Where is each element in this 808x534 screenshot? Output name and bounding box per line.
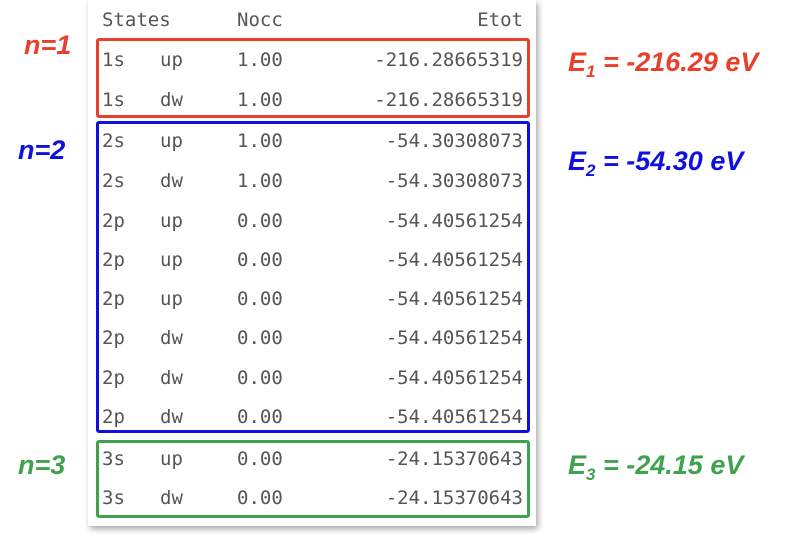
n-label-2: n=2 bbox=[18, 135, 66, 165]
group-box-n2 bbox=[96, 121, 530, 433]
header-states: States bbox=[102, 9, 171, 31]
n-label-1: n=1 bbox=[24, 30, 72, 60]
energy-symbol-1: E bbox=[568, 47, 587, 77]
energy-symbol-3: E bbox=[568, 450, 587, 480]
group-box-n1 bbox=[96, 38, 530, 118]
energy-label-3: E3 = -24.15 eV bbox=[568, 450, 744, 483]
header-etot: Etot bbox=[477, 9, 523, 31]
header-nocc: Nocc bbox=[237, 9, 283, 31]
energy-value-1: = -216.29 eV bbox=[595, 47, 759, 77]
energy-label-2: E2 = -54.30 eV bbox=[568, 146, 744, 179]
energy-label-1: E1 = -216.29 eV bbox=[568, 47, 759, 80]
energy-value-3: = -24.15 eV bbox=[595, 450, 744, 480]
energy-symbol-2: E bbox=[568, 146, 587, 176]
n-label-3: n=3 bbox=[18, 450, 66, 480]
group-box-n3 bbox=[96, 440, 530, 518]
energy-value-2: = -54.30 eV bbox=[595, 146, 744, 176]
